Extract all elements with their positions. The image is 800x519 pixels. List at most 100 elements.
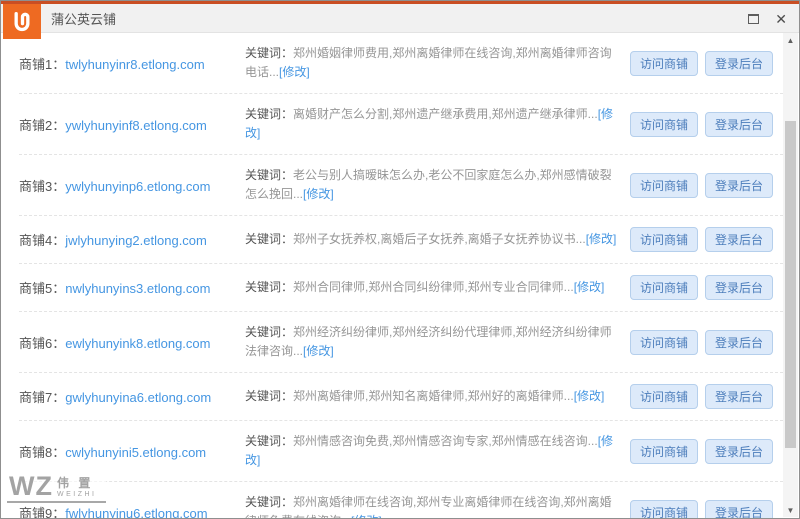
maximize-button[interactable] — [748, 13, 760, 24]
scroll-up-icon[interactable]: ▲ — [783, 33, 798, 47]
visit-shop-button[interactable]: 访问商铺 — [629, 438, 698, 464]
shop-url-link[interactable]: cwlyhunyini5.etlong.com — [65, 445, 206, 460]
shop-list: 商铺1：twlyhunyinr8.etlong.com 关键词：郑州婚姻律师费用… — [1, 33, 783, 518]
keyword-label: 关键词： — [245, 389, 294, 403]
row-actions: 访问商铺 登录后台 — [629, 172, 783, 198]
keywords-cell: 关键词：郑州离婚律师在线咨询,郑州专业离婚律师在线咨询,郑州离婚律师免费在线咨询… — [245, 493, 630, 518]
keywords-cell: 关键词：郑州合同律师,郑州合同纠纷律师,郑州专业合同律师...[修改] — [245, 278, 630, 297]
shop-url-link[interactable]: fwlyhunyinu6.etlong.com — [65, 506, 207, 519]
shop-row: 商铺8：cwlyhunyini5.etlong.com 关键词：郑州情感咨询免费… — [19, 421, 783, 482]
shop-label: 商铺8： — [19, 444, 66, 460]
edit-keywords-link[interactable]: [修改] — [574, 280, 605, 294]
shop-row: 商铺1：twlyhunyinr8.etlong.com 关键词：郑州婚姻律师费用… — [19, 33, 783, 94]
shop-url-link[interactable]: ywlyhunyinf8.etlong.com — [65, 118, 207, 133]
keywords-cell: 关键词：郑州离婚律师,郑州知名离婚律师,郑州好的离婚律师...[修改] — [245, 387, 630, 406]
shop-url-link[interactable]: ywlyhunyinp6.etlong.com — [65, 179, 210, 194]
row-actions: 访问商铺 登录后台 — [629, 227, 783, 252]
shop-url-link[interactable]: jwlyhunying2.etlong.com — [65, 233, 207, 248]
watermark-subtext: WEIZHI — [56, 491, 97, 498]
keyword-text: 郑州情感咨询免费,郑州情感咨询专家,郑州情感在线咨询... — [293, 434, 598, 448]
login-backend-button[interactable]: 登录后台 — [704, 438, 773, 464]
shop-url-link[interactable]: twlyhunyinr8.etlong.com — [65, 57, 204, 72]
row-actions: 访问商铺 登录后台 — [629, 111, 783, 137]
edit-keywords-link[interactable]: [修改] — [303, 344, 334, 358]
login-backend-button[interactable]: 登录后台 — [704, 384, 773, 409]
shop-id-cell: 商铺7：gwlyhunyina6.etlong.com — [19, 387, 245, 406]
keyword-text: 郑州合同律师,郑州合同纠纷律师,郑州专业合同律师... — [293, 280, 574, 294]
shop-row: 商铺7：gwlyhunyina6.etlong.com 关键词：郑州离婚律师,郑… — [19, 373, 783, 421]
keyword-label: 关键词： — [245, 495, 294, 509]
login-backend-button[interactable]: 登录后台 — [704, 111, 773, 137]
vertical-scrollbar[interactable]: ▲ ▼ — [783, 33, 798, 517]
keywords-cell: 关键词：老公与别人搞暧昧怎么办,老公不回家庭怎么办,郑州感情破裂怎么挽回...[… — [245, 166, 630, 204]
app-window: 蒲公英云铺 ✕ 商铺1：twlyhunyinr8.etlong.com 关键词：… — [0, 0, 800, 519]
shop-id-cell: 商铺4：jwlyhunying2.etlong.com — [19, 230, 245, 249]
dandelion-u-icon — [14, 11, 30, 31]
shop-id-cell: 商铺8：cwlyhunyini5.etlong.com — [19, 442, 245, 461]
keyword-text: 郑州离婚律师在线咨询,郑州专业离婚律师在线咨询,郑州离婚律师免费在线咨询... — [245, 495, 612, 518]
login-backend-button[interactable]: 登录后台 — [704, 172, 773, 198]
row-actions: 访问商铺 登录后台 — [629, 50, 783, 76]
keyword-label: 关键词： — [245, 168, 294, 182]
shop-row: 商铺9：fwlyhunyinu6.etlong.com 关键词：郑州离婚律师在线… — [19, 482, 783, 519]
keyword-label: 关键词： — [245, 107, 294, 121]
close-button[interactable]: ✕ — [775, 12, 787, 26]
scroll-down-icon[interactable]: ▼ — [783, 503, 798, 517]
row-actions: 访问商铺 登录后台 — [629, 438, 783, 464]
keywords-cell: 关键词：郑州婚姻律师费用,郑州离婚律师在线咨询,郑州离婚律师咨询电话...[修改… — [245, 44, 630, 82]
login-backend-button[interactable]: 登录后台 — [704, 499, 773, 518]
scrollbar-thumb[interactable] — [785, 121, 796, 448]
shop-url-link[interactable]: ewlyhunyink8.etlong.com — [65, 336, 210, 351]
shop-label: 商铺7： — [19, 390, 66, 405]
shop-row: 商铺5：nwlyhunyins3.etlong.com 关键词：郑州合同律师,郑… — [19, 264, 783, 312]
window-controls: ✕ — [748, 4, 787, 33]
shop-url-link[interactable]: gwlyhunyina6.etlong.com — [65, 390, 211, 405]
watermark-name: 伟 置 — [56, 476, 94, 490]
shop-row: 商铺4：jwlyhunying2.etlong.com 关键词：郑州子女抚养权,… — [19, 216, 783, 264]
shop-id-cell: 商铺6：ewlyhunyink8.etlong.com — [19, 333, 245, 352]
visit-shop-button[interactable]: 访问商铺 — [629, 111, 698, 137]
visit-shop-button[interactable]: 访问商铺 — [629, 50, 698, 76]
row-actions: 访问商铺 登录后台 — [629, 384, 783, 409]
shop-label: 商铺6： — [19, 335, 66, 351]
login-backend-button[interactable]: 登录后台 — [704, 329, 773, 355]
shop-id-cell: 商铺1：twlyhunyinr8.etlong.com — [19, 54, 245, 73]
titlebar: 蒲公英云铺 ✕ — [1, 4, 799, 33]
visit-shop-button[interactable]: 访问商铺 — [629, 499, 698, 518]
edit-keywords-link[interactable]: [修改] — [303, 187, 334, 201]
row-actions: 访问商铺 登录后台 — [629, 499, 783, 518]
shop-row: 商铺3：ywlyhunyinp6.etlong.com 关键词：老公与别人搞暧昧… — [19, 155, 783, 216]
login-backend-button[interactable]: 登录后台 — [704, 227, 773, 252]
shop-label: 商铺1： — [19, 56, 66, 72]
keyword-label: 关键词： — [245, 325, 294, 339]
shop-row: 商铺6：ewlyhunyink8.etlong.com 关键词：郑州经济纠纷律师… — [19, 312, 783, 373]
shop-id-cell: 商铺3：ywlyhunyinp6.etlong.com — [19, 176, 245, 195]
visit-shop-button[interactable]: 访问商铺 — [629, 275, 698, 300]
shop-label: 商铺3： — [19, 178, 66, 194]
visit-shop-button[interactable]: 访问商铺 — [629, 172, 698, 198]
dandelion-logo — [3, 4, 41, 39]
keyword-label: 关键词： — [245, 434, 294, 448]
visit-shop-button[interactable]: 访问商铺 — [629, 329, 698, 355]
keywords-cell: 关键词：郑州经济纠纷律师,郑州经济纠纷代理律师,郑州经济纠纷律师法律咨询...[… — [245, 323, 630, 361]
watermark-initials: WZ — [9, 471, 53, 502]
shop-label: 商铺4： — [19, 233, 66, 248]
row-actions: 访问商铺 登录后台 — [629, 275, 783, 300]
shop-url-link[interactable]: nwlyhunyins3.etlong.com — [65, 281, 210, 296]
edit-keywords-link[interactable]: [修改] — [586, 232, 617, 246]
edit-keywords-link[interactable]: [修改] — [351, 514, 382, 518]
shop-label: 商铺2： — [19, 117, 66, 133]
keyword-text: 离婚财产怎么分割,郑州遗产继承费用,郑州遗产继承律师... — [293, 107, 598, 121]
keyword-text: 郑州离婚律师,郑州知名离婚律师,郑州好的离婚律师... — [293, 389, 574, 403]
keywords-cell: 关键词：郑州情感咨询免费,郑州情感咨询专家,郑州情感在线咨询...[修改] — [245, 432, 630, 470]
keywords-cell: 关键词：郑州子女抚养权,离婚后子女抚养,离婚子女抚养协议书...[修改] — [245, 230, 630, 249]
visit-shop-button[interactable]: 访问商铺 — [629, 227, 698, 252]
visit-shop-button[interactable]: 访问商铺 — [629, 384, 698, 409]
login-backend-button[interactable]: 登录后台 — [704, 275, 773, 300]
login-backend-button[interactable]: 登录后台 — [704, 50, 773, 76]
keyword-label: 关键词： — [245, 232, 294, 246]
edit-keywords-link[interactable]: [修改] — [279, 65, 310, 79]
edit-keywords-link[interactable]: [修改] — [574, 389, 605, 403]
shop-label: 商铺9： — [19, 505, 66, 519]
shop-id-cell: 商铺2：ywlyhunyinf8.etlong.com — [19, 115, 245, 134]
